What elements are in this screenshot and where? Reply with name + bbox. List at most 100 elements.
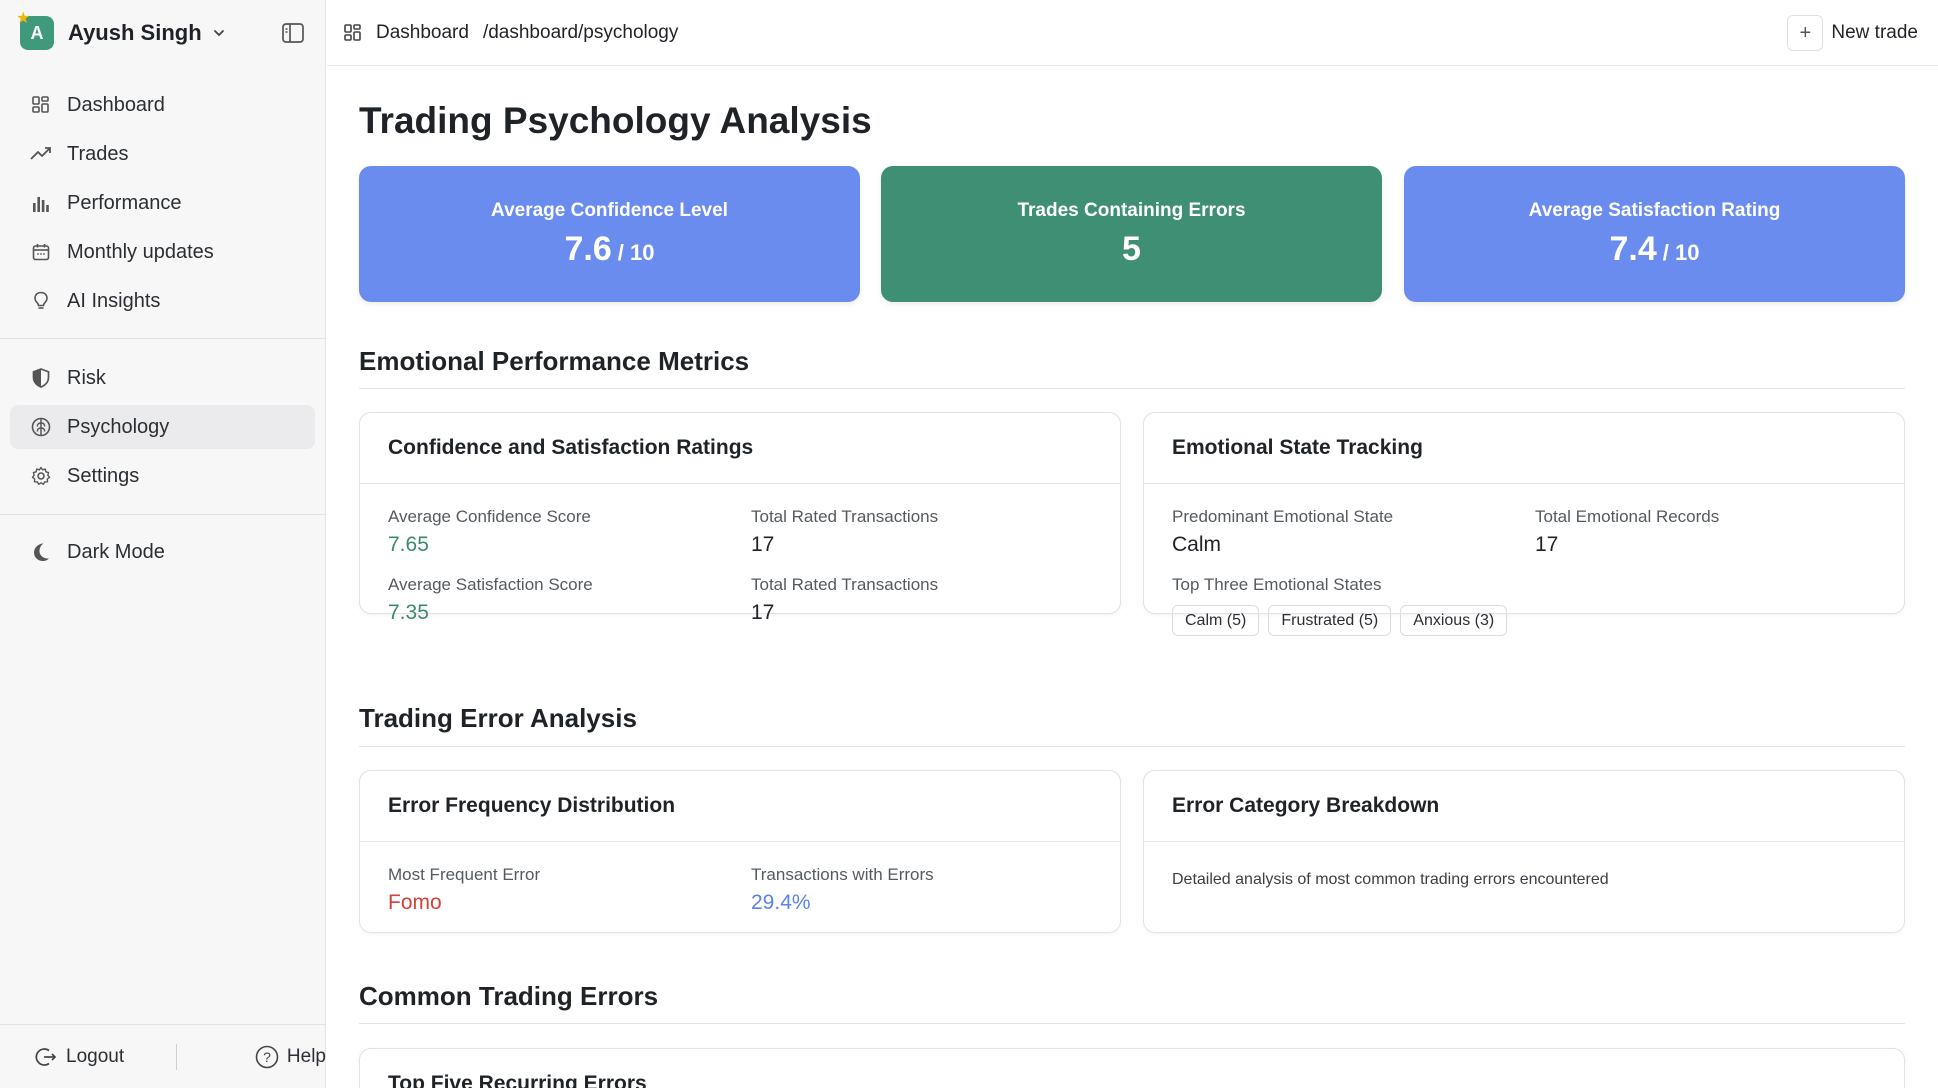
- sidebar-item-trades[interactable]: Trades: [10, 132, 315, 176]
- confidence-panel: Confidence and Satisfaction Ratings Aver…: [359, 412, 1121, 624]
- logout-label: Logout: [66, 1045, 125, 1067]
- metric-value: 7.35: [388, 601, 429, 624]
- sidebar-item-label: Risk: [67, 366, 106, 389]
- top-bar: Dashboard /dashboard/psychology + New tr…: [327, 0, 1938, 66]
- chevron-down-icon: [212, 26, 226, 40]
- sidebar-item-dashboard[interactable]: Dashboard: [10, 83, 315, 127]
- stat-card-satisfaction: Average Satisfaction Rating 7.4/ 10: [1404, 166, 1905, 302]
- sidebar-item-risk[interactable]: Risk: [10, 356, 315, 400]
- stat-value: 5: [881, 230, 1382, 269]
- stat-unit: / 10: [1662, 240, 1700, 265]
- star-icon: ★: [16, 10, 31, 27]
- metric-avg-confidence: Average Confidence Score 7.65: [388, 507, 591, 557]
- panel-title: Error Category Breakdown: [1144, 771, 1904, 842]
- metric-value: 7.65: [388, 533, 429, 556]
- stat-number: 7.6: [564, 230, 612, 268]
- sidebar-item-label: Performance: [67, 191, 182, 214]
- section-divider: [359, 1023, 1905, 1024]
- sidebar-item-ai-insights[interactable]: AI Insights: [10, 279, 315, 323]
- panel-description: Detailed analysis of most common trading…: [1172, 871, 1609, 888]
- calendar-icon: [30, 241, 52, 263]
- metric-total-rated: Total Rated Transactions 17: [751, 507, 938, 557]
- sidebar-item-label: AI Insights: [67, 289, 161, 312]
- sidebar-toggle-icon[interactable]: [281, 22, 305, 44]
- metric-transactions-with-errors: Transactions with Errors 29.4%: [751, 865, 934, 915]
- sidebar-footer: Logout ? Help: [0, 1024, 326, 1088]
- metric-predominant-emotion: Predominant Emotional State Calm: [1172, 507, 1393, 557]
- footer-divider: [176, 1043, 177, 1070]
- metric-label: Total Emotional Records: [1535, 507, 1720, 526]
- sidebar-nav-theme: Dark Mode: [10, 530, 315, 579]
- stat-card-errors: Trades Containing Errors 5: [881, 166, 1382, 302]
- metric-value: Calm: [1172, 533, 1222, 556]
- section-divider: [359, 746, 1905, 747]
- shield-icon: [30, 367, 52, 389]
- dark-mode-toggle[interactable]: Dark Mode: [10, 530, 315, 574]
- moon-icon: [30, 541, 52, 563]
- sidebar-item-settings[interactable]: Settings: [10, 454, 315, 498]
- metric-label: Predominant Emotional State: [1172, 507, 1394, 526]
- logout-button[interactable]: Logout: [34, 1045, 124, 1069]
- panel-title: Emotional State Tracking: [1144, 413, 1904, 484]
- avatar: ★ A: [16, 10, 54, 50]
- metric-label: Transactions with Errors: [751, 865, 934, 884]
- emotion-chip: Anxious (3): [1400, 605, 1508, 636]
- stat-label: Average Satisfaction Rating: [1528, 200, 1781, 221]
- section-title-error: Trading Error Analysis: [359, 703, 637, 733]
- metric-label: Total Rated Transactions: [751, 507, 939, 526]
- section-title-emotional: Emotional Performance Metrics: [359, 346, 750, 376]
- brain-icon: [30, 416, 52, 438]
- new-trade-label: New trade: [1831, 22, 1918, 43]
- metric-value: 17: [751, 601, 775, 624]
- breadcrumb-dashboard[interactable]: Dashboard: [376, 22, 469, 44]
- plus-icon: +: [1787, 15, 1824, 51]
- trend-up-icon: [30, 143, 52, 165]
- stat-number: 7.4: [1609, 230, 1657, 268]
- emotion-panel: Emotional State Tracking Predominant Emo…: [1143, 412, 1905, 636]
- panel-title: Error Frequency Distribution: [360, 771, 1120, 842]
- metric-label: Average Satisfaction Score: [388, 575, 593, 594]
- stat-value: 7.6/ 10: [359, 230, 860, 269]
- sidebar-item-label: Trades: [67, 142, 129, 165]
- sidebar-item-psychology[interactable]: Psychology: [10, 405, 315, 449]
- bar-chart-icon: [30, 192, 52, 214]
- help-label: Help: [286, 1045, 326, 1067]
- metric-value: 17: [751, 533, 775, 556]
- error-category-panel: Error Category Breakdown Detailed analys…: [1143, 770, 1905, 933]
- breadcrumb-path: /dashboard/psychology: [482, 21, 679, 43]
- metric-total-rated: Total Rated Transactions 17: [751, 575, 938, 625]
- section-divider: [359, 388, 1905, 389]
- sidebar-divider: [0, 338, 326, 339]
- help-icon: ?: [255, 1045, 279, 1069]
- stat-value: 7.4/ 10: [1404, 230, 1905, 269]
- metric-value: 29.4%: [751, 891, 811, 914]
- page-title: Trading Psychology Analysis: [359, 100, 872, 141]
- lightbulb-icon: [30, 290, 52, 312]
- sidebar-item-performance[interactable]: Performance: [10, 181, 315, 225]
- metric-value: 17: [1535, 533, 1559, 556]
- sidebar-item-label: Monthly updates: [67, 240, 214, 263]
- gear-icon: [30, 465, 52, 487]
- sidebar: ★ A Ayush Singh Dashboard Trades Perform…: [0, 0, 326, 1088]
- user-name: Ayush Singh: [68, 20, 202, 45]
- metric-emotional-records: Total Emotional Records 17: [1535, 507, 1719, 557]
- metric-label: Average Confidence Score: [388, 507, 591, 526]
- stat-label: Average Confidence Level: [491, 200, 728, 221]
- stat-number: 5: [1122, 230, 1141, 268]
- stat-unit: / 10: [617, 240, 655, 265]
- metric-label: Top Three Emotional States: [1172, 575, 1382, 594]
- new-trade-button[interactable]: + New trade: [1787, 14, 1918, 52]
- emotion-chip: Calm (5): [1172, 605, 1260, 636]
- sidebar-item-monthly-updates[interactable]: Monthly updates: [10, 230, 315, 274]
- section-title-common: Common Trading Errors: [359, 981, 659, 1011]
- sidebar-item-label: Dashboard: [67, 93, 165, 116]
- avatar-initial: A: [30, 22, 44, 43]
- emotion-chip-list: Calm (5) Frustrated (5) Anxious (3): [1172, 605, 1508, 636]
- grid-icon: [344, 22, 366, 44]
- svg-text:?: ?: [263, 1049, 271, 1065]
- user-menu[interactable]: ★ A Ayush Singh: [16, 10, 226, 52]
- sidebar-divider: [0, 514, 326, 515]
- sidebar-nav-secondary: Risk Psychology Settings: [10, 356, 315, 503]
- help-button[interactable]: ? Help: [255, 1045, 326, 1069]
- dark-mode-label: Dark Mode: [67, 540, 165, 563]
